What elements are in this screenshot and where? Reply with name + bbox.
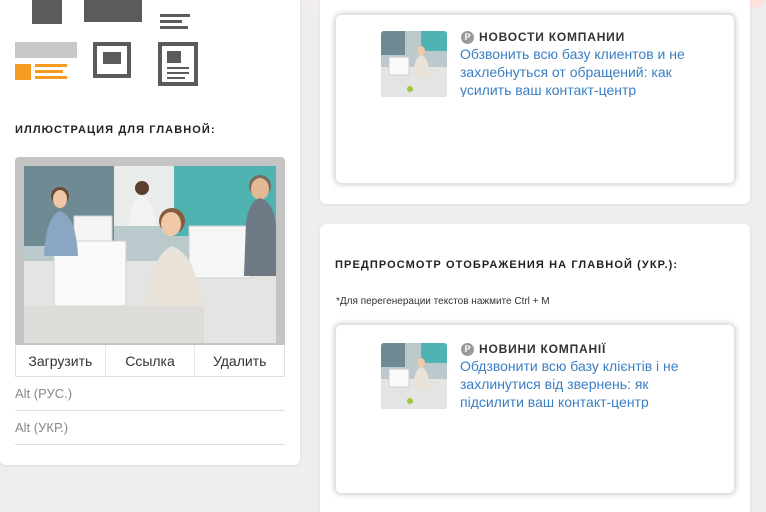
call-center-photo (24, 166, 276, 343)
layout-option-3[interactable] (160, 0, 190, 30)
news-heading: P НОВИНИ КОМПАНІЇ (461, 342, 606, 356)
p-badge-icon: P (461, 30, 474, 44)
upload-button[interactable]: Загрузить (16, 345, 106, 376)
news-heading: P НОВОСТИ КОМПАНИИ (461, 30, 625, 44)
regenerate-hint: *Для перегенерации текстов нажмите Ctrl … (336, 296, 550, 307)
news-thumbnail[interactable] (381, 31, 447, 97)
text-lines-icon (160, 14, 190, 17)
layout-block-icon (32, 0, 62, 24)
layout-option-selected[interactable] (15, 42, 77, 82)
alt-uk-field[interactable]: Alt (УКР.) (15, 411, 285, 445)
news-title-link[interactable]: Обдзвонити всю базу клієнтів і не захлин… (460, 357, 700, 409)
layout-image-text-icon (15, 64, 31, 80)
layout-option-5[interactable] (158, 42, 198, 86)
layout-option-4[interactable] (93, 42, 131, 78)
image-preview-frame (15, 157, 285, 345)
preview-ru-box: P НОВОСТИ КОМПАНИИ Обзвонить всю базу кл… (335, 14, 735, 184)
illustration-title: ИЛЛЮСТРАЦИЯ ДЛЯ ГЛАВНОЙ: (15, 124, 216, 136)
news-title-link[interactable]: Обзвонить всю базу клиентов и не захлебн… (460, 45, 700, 97)
image-actions: Загрузить Ссылка Удалить (15, 345, 285, 377)
delete-button[interactable]: Удалить (195, 345, 284, 376)
news-category: НОВОСТИ КОМПАНИИ (479, 30, 626, 44)
news-category: НОВИНИ КОМПАНІЇ (479, 342, 607, 356)
p-badge-icon: P (461, 342, 474, 356)
news-thumbnail[interactable] (381, 343, 447, 409)
layout-wide-icon (84, 0, 142, 22)
layout-option-1[interactable] (32, 0, 62, 24)
preview-uk-box: P НОВИНИ КОМПАНІЇ Обдзвонити всю базу кл… (335, 324, 735, 494)
alt-ru-field[interactable]: Alt (РУС.) (15, 377, 285, 411)
call-center-illustration (24, 166, 276, 343)
link-button[interactable]: Ссылка (106, 345, 196, 376)
layout-header-icon (15, 42, 77, 58)
preview-uk-title: ПРЕДПРОСМОТР ОТОБРАЖЕНИЯ НА ГЛАВНОЙ (УКР… (335, 259, 679, 271)
layout-option-2[interactable] (84, 0, 142, 22)
